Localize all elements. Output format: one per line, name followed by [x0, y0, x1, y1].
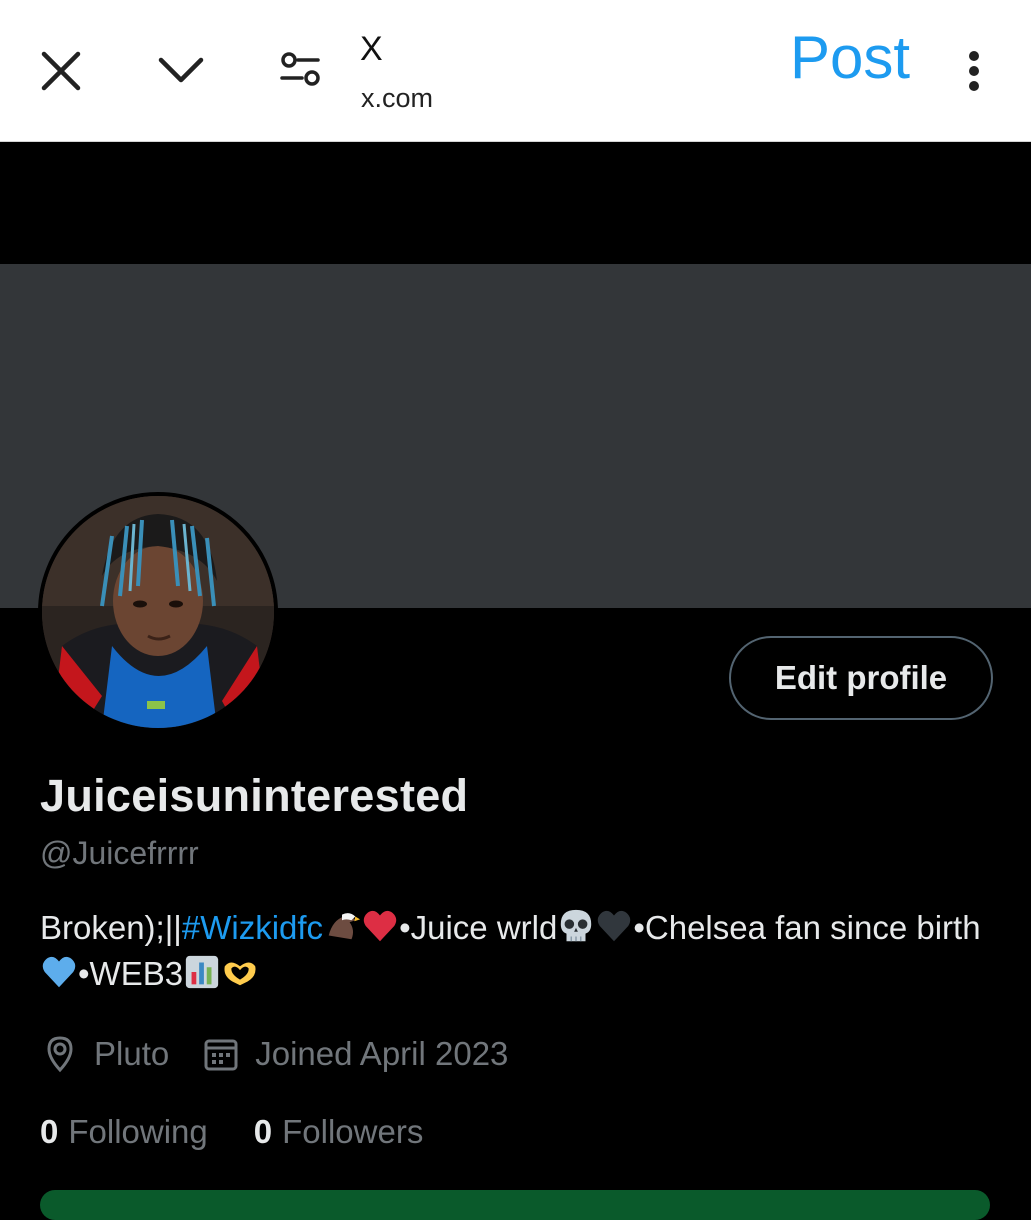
location-text: Pluto: [94, 1035, 170, 1072]
following-label: Following: [68, 1113, 208, 1150]
site-title: X: [360, 30, 383, 68]
post-button[interactable]: Post: [790, 28, 910, 88]
bio-hashtag-link[interactable]: #Wizkidfc: [182, 909, 323, 946]
profile-avatar[interactable]: [38, 492, 278, 732]
follow-stats: 0 Following 0 Followers: [40, 1108, 423, 1156]
close-icon[interactable]: [38, 48, 84, 94]
joined-item: Joined April 2023: [201, 1034, 508, 1074]
joined-text: Joined April 2023: [255, 1035, 509, 1072]
profile-bio: Broken);||#Wizkidfc •Juice wrld •Chelsea…: [40, 905, 1000, 997]
avatar-photo: [42, 496, 274, 728]
blue-heart-icon: [42, 956, 76, 988]
location-item: Pluto: [40, 1034, 169, 1074]
followers-count: 0: [253, 1113, 273, 1150]
skull-icon: [561, 909, 592, 942]
more-vertical-icon[interactable]: [960, 48, 988, 94]
red-heart-icon: [363, 910, 397, 942]
heart-hands-icon: [224, 962, 256, 986]
bottom-banner-edge[interactable]: [40, 1190, 990, 1220]
edit-profile-button[interactable]: Edit profile: [729, 636, 993, 720]
followers-link[interactable]: 0 Followers: [254, 1113, 424, 1151]
following-link[interactable]: 0 Following: [40, 1113, 208, 1151]
bio-text: Broken);||: [40, 909, 182, 946]
bio-text: •Chelsea fan since birth: [633, 909, 981, 946]
page-settings-icon[interactable]: [278, 48, 324, 94]
chevron-down-icon[interactable]: [155, 48, 207, 94]
browser-toolbar: X x.com Post: [0, 0, 1031, 142]
profile-handle: @Juicefrrrr: [40, 835, 199, 871]
profile-meta: Pluto Joined April 2023: [40, 1030, 508, 1078]
following-count: 0: [40, 1113, 59, 1150]
black-heart-icon: [598, 910, 631, 942]
location-pin-icon: [47, 1036, 73, 1073]
calendar-icon: [204, 1039, 238, 1071]
profile-display-name: Juiceisuninterested: [40, 770, 469, 821]
bio-text: •Juice wrld: [399, 909, 558, 946]
eagle-icon: [328, 913, 361, 940]
followers-label: Followers: [282, 1113, 424, 1150]
bar-chart-icon: [185, 955, 219, 989]
site-url: x.com: [361, 83, 434, 113]
top-header-area: [0, 142, 1031, 264]
bio-text: •WEB3: [78, 955, 184, 992]
